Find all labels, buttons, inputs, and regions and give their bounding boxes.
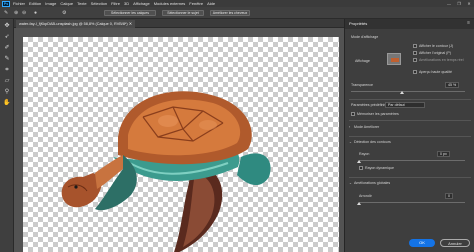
settings-gear-icon[interactable]: ⚙ [62, 10, 66, 16]
show-edge-checkbox[interactable] [413, 44, 417, 48]
panel-menu-icon[interactable]: ≡ [467, 20, 470, 26]
minimize-button[interactable]: — [444, 1, 454, 6]
menu-bar: Ps Fichier Edition Image Calque Texte Sé… [0, 0, 474, 7]
menu-view[interactable]: Affichage [133, 1, 150, 6]
smart-radius-label: Rayon dynamique [365, 166, 394, 170]
eraser-icon[interactable]: ▱ [2, 77, 12, 85]
transparency-slider-track[interactable] [351, 91, 465, 92]
chevron-right-icon[interactable]: › [349, 125, 350, 129]
remember-settings-label: Mémoriser les paramètres [357, 112, 399, 116]
menu-help[interactable]: Aide [207, 1, 215, 6]
maximize-button[interactable]: ❐ [454, 1, 464, 6]
divider [349, 136, 471, 137]
menu-filter[interactable]: Filtre [111, 1, 120, 6]
refine-hair-button[interactable]: Améliorer les cheveux [210, 10, 250, 16]
edge-detection-label[interactable]: Détection des contours [354, 140, 391, 144]
smart-radius-checkbox[interactable] [359, 166, 363, 170]
transparency-label: Transparence [351, 83, 374, 87]
smooth-value[interactable]: 0 [445, 193, 453, 199]
photoshop-logo: Ps [2, 0, 10, 7]
remember-settings-checkbox[interactable] [351, 112, 355, 116]
subtract-selection-icon[interactable]: ⊖ [22, 10, 26, 16]
options-bar: ✎ ⊕ ⊖ ● ⚙ Sélectionner les calques Sélec… [0, 7, 474, 19]
divider [349, 177, 471, 178]
quick-select-icon[interactable]: ✎ [4, 10, 8, 16]
panel-title[interactable]: Propriétés [349, 21, 367, 26]
smooth-slider-knob[interactable] [357, 202, 361, 205]
document-tab[interactable]: water-fay-l_fjKkpDAB-unsplash.jpg @ 58,8… [16, 20, 135, 28]
transparency-value[interactable]: 45 % [445, 82, 460, 88]
ok-button[interactable]: OK [409, 239, 435, 247]
divider [349, 120, 471, 121]
refine-mode-label: Paramètres prédéfinis [351, 103, 387, 107]
smooth-slider-track[interactable] [359, 202, 465, 203]
brush-tool-icon[interactable]: ✐ [2, 44, 12, 52]
smooth-label: Arrondir [359, 194, 372, 198]
menu-type[interactable]: Texte [77, 1, 87, 6]
move-tool-icon[interactable]: ✥ [2, 22, 12, 30]
sample-all-layers-button[interactable]: Sélectionner les calques [104, 10, 156, 16]
view-thumbnail[interactable] [387, 53, 401, 65]
chevron-down-icon[interactable]: ⌄ [349, 140, 352, 144]
tools-panel: ✥ ➶ ✐ ✎ ⌗ ▱ ⚲ ✋ [0, 19, 14, 252]
radius-value[interactable]: 0 px [437, 151, 450, 157]
show-edge-label: Afficher le contour (J) [419, 44, 454, 48]
menu-file[interactable]: Fichier [13, 1, 25, 6]
view-label: Affichage [355, 59, 370, 63]
menu-layer[interactable]: Calque [60, 1, 73, 6]
menu-window[interactable]: Fenêtre [189, 1, 203, 6]
global-refine-label[interactable]: Améliorations globales [354, 181, 390, 185]
cancel-button[interactable]: Annuler [440, 239, 470, 247]
view-mode-label: Mode d'affichage [351, 35, 379, 39]
show-original-checkbox[interactable] [413, 51, 417, 55]
high-quality-label: Aperçu haute qualité [419, 70, 452, 74]
brush-size-icon[interactable]: ● [34, 10, 37, 16]
menu-select[interactable]: Sélection [91, 1, 107, 6]
properties-panel: Propriétés ≡ Mode d'affichage Affichage … [344, 19, 474, 252]
sea-turtle-image [61, 91, 271, 252]
radius-label: Rayon [359, 152, 370, 156]
canvas-area[interactable] [14, 28, 344, 252]
transparent-canvas[interactable] [23, 37, 339, 252]
panel-header: Propriétés ≡ [345, 19, 474, 29]
preset-dropdown[interactable]: Par défaut [385, 102, 425, 108]
zoom-icon[interactable]: ⚲ [2, 88, 12, 96]
lasso-tool-icon[interactable]: ➶ [2, 33, 12, 41]
show-original-label: Afficher l'original (P) [419, 51, 451, 55]
divider [349, 99, 471, 100]
window-controls: — ❐ ✕ [444, 1, 474, 6]
close-window-button[interactable]: ✕ [464, 1, 474, 6]
chevron-down-icon[interactable]: ⌄ [349, 181, 352, 185]
realtime-label: Améliorations en temps réel [419, 58, 464, 62]
realtime-checkbox[interactable] [413, 58, 417, 62]
hand-icon[interactable]: ✋ [2, 99, 12, 107]
radius-slider-knob[interactable] [357, 160, 361, 163]
select-subject-button[interactable]: Sélectionner le sujet [162, 10, 204, 16]
document-tab-bar: water-fay-l_fjKkpDAB-unsplash.jpg @ 58,8… [14, 19, 344, 28]
high-quality-checkbox[interactable] [413, 70, 417, 74]
edge-mode-label[interactable]: Mode Améliorer [354, 125, 379, 129]
radius-slider-track[interactable] [359, 160, 465, 161]
crop-icon[interactable]: ⌗ [2, 66, 12, 74]
quick-select-icon[interactable]: ✎ [2, 55, 12, 63]
transparency-slider-knob[interactable] [400, 91, 405, 94]
add-selection-icon[interactable]: ⊕ [14, 10, 18, 16]
menu-edit[interactable]: Edition [29, 1, 41, 6]
menu-3d[interactable]: 3D [124, 1, 129, 6]
menu-plugins[interactable]: Modules externes [154, 1, 186, 6]
menu-image[interactable]: Image [45, 1, 56, 6]
